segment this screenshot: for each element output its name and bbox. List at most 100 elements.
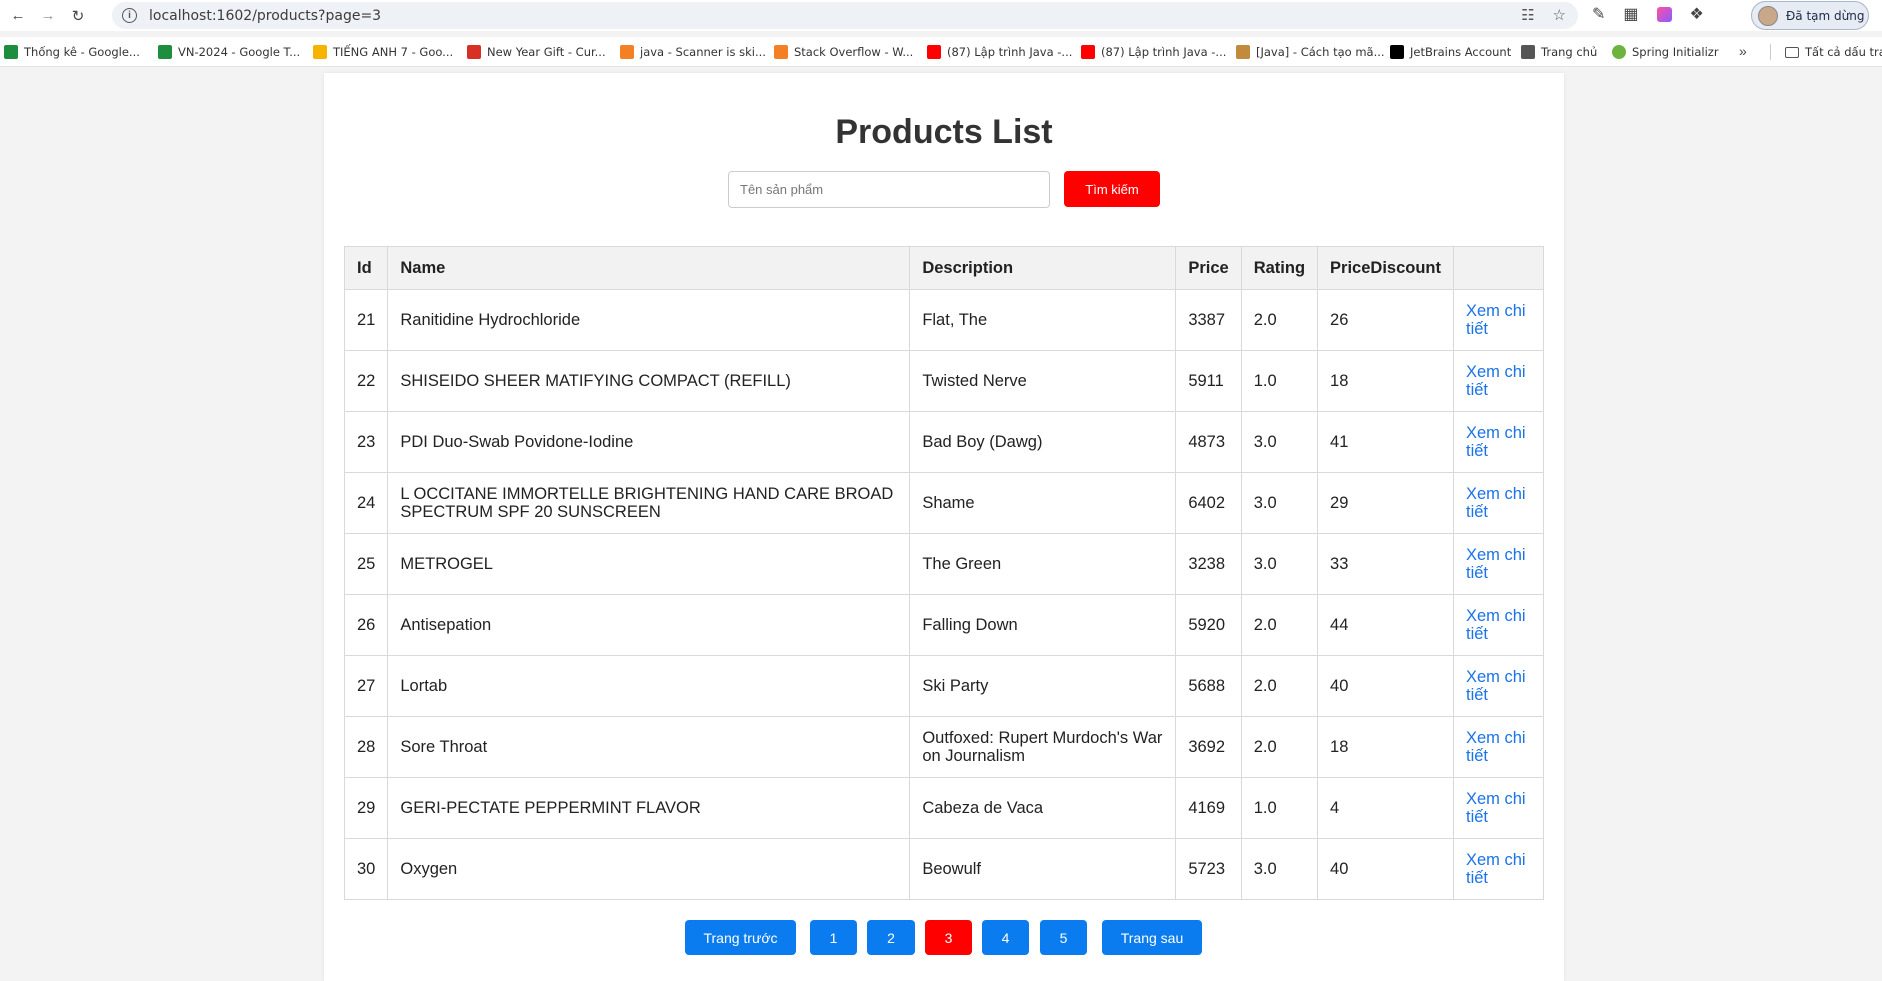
bookmark-item[interactable]: Stack Overflow - W... <box>774 45 913 59</box>
bookmark-item[interactable]: New Year Gift - Cur... <box>467 45 606 59</box>
page-button-4[interactable]: 4 <box>982 920 1029 955</box>
cell-id: 27 <box>343 655 389 717</box>
bookmark-star-icon[interactable]: ☆ <box>1553 6 1566 24</box>
view-detail-link[interactable]: Xem chi tiết <box>1466 851 1530 887</box>
cell-actions: Xem chi tiết <box>1453 716 1544 778</box>
cell-price-discount: 40 <box>1317 838 1454 900</box>
all-bookmarks-folder[interactable]: Tất cả dấu tra <box>1785 37 1882 67</box>
cell-price-discount: 4 <box>1317 777 1454 839</box>
profile-label: Đã tạm dừng <box>1786 8 1865 23</box>
cell-price: 4873 <box>1175 411 1242 473</box>
cell-id: 28 <box>343 716 389 778</box>
cell-actions: Xem chi tiết <box>1453 289 1544 351</box>
table-row: 25 METROGEL The Green 3238 3.0 33 Xem ch… <box>343 533 1544 595</box>
color-extension-icon[interactable] <box>1656 6 1672 22</box>
bookmark-item[interactable]: Trang chủ <box>1521 45 1597 59</box>
jetbrains-icon <box>1390 45 1404 59</box>
content-card: Products List Tìm kiếm Id Name Descripti… <box>324 73 1564 981</box>
cell-price-discount: 26 <box>1317 289 1454 351</box>
bookmark-item[interactable]: [Java] - Cách tạo mã... <box>1236 45 1385 59</box>
view-detail-link[interactable]: Xem chi tiết <box>1466 363 1530 399</box>
bookmark-item[interactable]: JetBrains Account <box>1390 45 1511 59</box>
view-detail-link[interactable]: Xem chi tiết <box>1466 302 1530 338</box>
cell-name: PDI Duo-Swab Povidone-Iodine <box>387 411 911 473</box>
view-detail-link[interactable]: Xem chi tiết <box>1466 546 1530 582</box>
more-bookmarks-chevron-icon[interactable]: » <box>1739 43 1747 59</box>
view-detail-link[interactable]: Xem chi tiết <box>1466 424 1530 460</box>
page-button-5[interactable]: 5 <box>1040 920 1087 955</box>
bookmark-item[interactable]: Spring Initializr <box>1612 45 1719 59</box>
column-header-actions <box>1453 246 1544 290</box>
pagination: Trang trước 1 2 3 4 5 Trang sau <box>324 920 1564 956</box>
cell-id: 30 <box>343 838 389 900</box>
eyedropper-icon[interactable]: ✎ <box>1592 4 1605 24</box>
table-row: 21 Ranitidine Hydrochloride Flat, The 33… <box>343 289 1544 351</box>
column-header-description: Description <box>909 246 1177 290</box>
cell-id: 29 <box>343 777 389 839</box>
bookmark-item[interactable]: Thống kê - Google... <box>4 45 140 59</box>
cell-description: Falling Down <box>909 594 1177 656</box>
bookmark-label: [Java] - Cách tạo mã... <box>1256 45 1385 59</box>
cell-price: 5920 <box>1175 594 1242 656</box>
back-arrow-icon[interactable]: ← <box>6 4 30 28</box>
java-site-icon <box>1236 45 1250 59</box>
sheets-icon <box>158 45 172 59</box>
view-detail-link[interactable]: Xem chi tiết <box>1466 790 1530 826</box>
cell-price: 4169 <box>1175 777 1242 839</box>
cell-name: L OCCITANE IMMORTELLE BRIGHTENING HAND C… <box>387 472 911 534</box>
search-input[interactable] <box>728 171 1050 208</box>
view-detail-link[interactable]: Xem chi tiết <box>1466 668 1530 704</box>
bookmark-label: java - Scanner is ski... <box>640 45 766 59</box>
address-bar[interactable]: i localhost:1602/products?page=3 ☷ ☆ <box>112 2 1578 29</box>
calendar-extension-icon[interactable]: ▦ <box>1623 4 1638 24</box>
folder-label: Tất cả dấu tra <box>1805 45 1882 59</box>
cell-price-discount: 41 <box>1317 411 1454 473</box>
page-title: Products List <box>835 113 1053 151</box>
home-page-icon <box>1521 45 1535 59</box>
previous-page-button[interactable]: Trang trước <box>685 920 796 955</box>
profile-button[interactable]: Đã tạm dừng <box>1751 1 1869 30</box>
cell-actions: Xem chi tiết <box>1453 594 1544 656</box>
next-page-button[interactable]: Trang sau <box>1102 920 1202 955</box>
view-detail-link[interactable]: Xem chi tiết <box>1466 729 1530 765</box>
cell-name: Oxygen <box>387 838 911 900</box>
cell-rating: 1.0 <box>1240 350 1319 412</box>
table-header-row: Id Name Description Price Rating PriceDi… <box>343 246 1544 290</box>
bookmark-item[interactable]: (87) Lập trình Java -... <box>927 45 1072 59</box>
bookmark-label: New Year Gift - Cur... <box>487 45 606 59</box>
cell-price: 3238 <box>1175 533 1242 595</box>
cell-rating: 1.0 <box>1240 777 1319 839</box>
cell-price: 3692 <box>1175 716 1242 778</box>
page-button-2[interactable]: 2 <box>867 920 915 955</box>
bookmark-label: TIẾNG ANH 7 - Goo... <box>333 45 454 59</box>
cell-price: 5723 <box>1175 838 1242 900</box>
cell-price-discount: 33 <box>1317 533 1454 595</box>
cell-actions: Xem chi tiết <box>1453 777 1544 839</box>
bookmark-item[interactable]: java - Scanner is ski... <box>620 45 766 59</box>
cell-description: Beowulf <box>909 838 1177 900</box>
site-info-icon[interactable]: i <box>122 8 137 23</box>
bookmark-item[interactable]: (87) Lập trình Java -... <box>1081 45 1226 59</box>
page-button-1[interactable]: 1 <box>810 920 857 955</box>
cell-actions: Xem chi tiết <box>1453 838 1544 900</box>
url-text[interactable]: localhost:1602/products?page=3 <box>149 8 381 24</box>
bookmark-item[interactable]: TIẾNG ANH 7 - Goo... <box>313 45 453 59</box>
bookmark-item[interactable]: VN-2024 - Google T... <box>158 45 300 59</box>
page-button-3-current[interactable]: 3 <box>925 920 972 955</box>
cell-description: Shame <box>909 472 1177 534</box>
forward-arrow-icon[interactable]: → <box>36 4 60 28</box>
translate-icon[interactable]: ☷ <box>1521 6 1534 24</box>
search-button[interactable]: Tìm kiếm <box>1064 171 1160 207</box>
view-detail-link[interactable]: Xem chi tiết <box>1466 607 1530 643</box>
extensions-puzzle-icon[interactable]: ❖ <box>1690 4 1704 24</box>
youtube-icon <box>1081 45 1095 59</box>
reload-icon[interactable]: ↻ <box>66 4 90 28</box>
column-header-id: Id <box>343 246 389 290</box>
cell-rating: 2.0 <box>1240 655 1319 717</box>
cell-description: Bad Boy (Dawg) <box>909 411 1177 473</box>
cell-price: 6402 <box>1175 472 1242 534</box>
cell-description: Ski Party <box>909 655 1177 717</box>
view-detail-link[interactable]: Xem chi tiết <box>1466 485 1530 521</box>
youtube-icon <box>927 45 941 59</box>
bookmark-label: (87) Lập trình Java -... <box>1101 45 1227 59</box>
